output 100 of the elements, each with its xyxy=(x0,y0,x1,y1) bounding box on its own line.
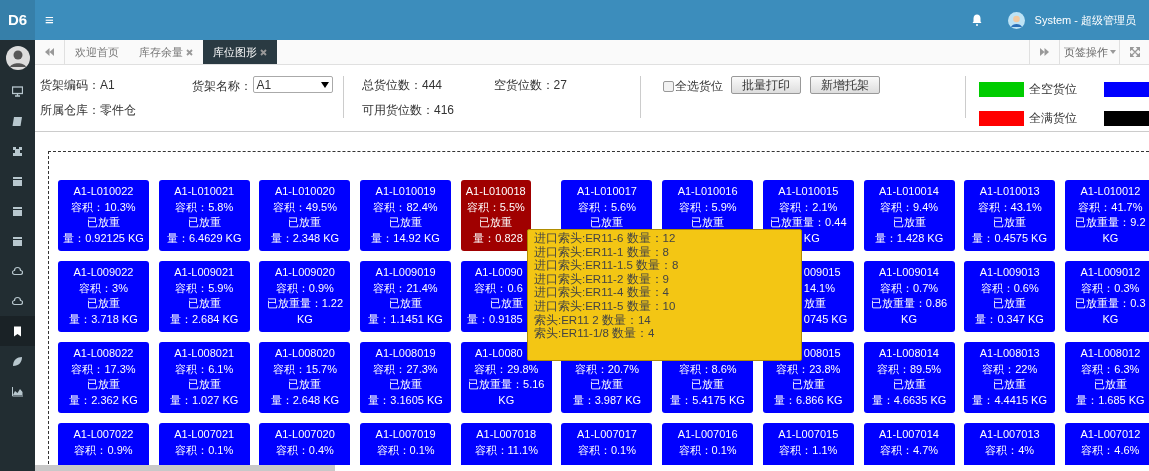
slot-volume: 容积：5.9% xyxy=(678,199,737,215)
storage-slot[interactable]: A1-L008014 容积：89.5% 已放重 量：4.6635 KG xyxy=(863,342,955,413)
storage-slot[interactable]: A1-L010021 容积：5.8% 已放重 量：6.4629 KG xyxy=(158,180,250,251)
tab-actions-dropdown[interactable]: 页签操作 xyxy=(1059,40,1119,64)
storage-slot[interactable]: A1-L009021 容积：5.9% 已放重 量：2.684 KG xyxy=(158,261,250,332)
storage-slot[interactable]: A1-L008021 容积：6.1% 已放重 量：1.027 KG xyxy=(158,342,250,413)
slot-volume: 容积：0.1% xyxy=(175,442,234,458)
user-name[interactable]: System - 超级管理员 xyxy=(1034,11,1136,29)
storage-slot[interactable]: A1-L009014 容积：0.7% 已放重量：0.86 KG xyxy=(863,261,955,332)
slot-volume: 容积：43.1% xyxy=(977,199,1042,215)
storage-slot[interactable]: A1-L008012 容积：6.3% 已放重 量：1.685 KG xyxy=(1064,342,1149,413)
slot-weight: 已放重 xyxy=(892,215,926,230)
slot-volume: 14.1% xyxy=(803,280,835,296)
storage-slot[interactable]: A1-L007019 容积：0.1% xyxy=(360,423,452,465)
slot-volume: 容积：6.1% xyxy=(175,361,234,377)
storage-slot[interactable]: A1-L007016 容积：0.1% xyxy=(662,423,754,465)
storage-slot[interactable]: A1-L0080 容积：29.8% 已放重量：5.16 KG xyxy=(460,342,552,413)
slot-weight: 已放重 xyxy=(87,377,120,392)
storage-slot[interactable]: A1-L007012 容积：4.6% xyxy=(1064,423,1149,465)
slot-weight: KG xyxy=(296,311,313,327)
menu-button[interactable]: ≡ xyxy=(45,8,54,32)
slot-volume: 容积：0.1% xyxy=(678,442,737,458)
storage-slot[interactable]: A1-L007022 容积：0.9% xyxy=(58,423,149,465)
storage-slot[interactable]: A1-L009012 容积：0.3% 已放重量：0.3 KG xyxy=(1064,261,1149,332)
storage-slot[interactable]: A1-L007013 容积：4% xyxy=(964,423,1056,465)
slot-code: A1-L008021 xyxy=(174,346,235,361)
slot-code: A1-L007017 xyxy=(576,427,637,442)
tab[interactable]: 库存余量 xyxy=(129,40,203,64)
storage-slot[interactable]: A1-L007014 容积：4.7% xyxy=(863,423,955,465)
storage-slot[interactable]: A1-L007021 容积：0.1% xyxy=(158,423,250,465)
slot-code: A1-L007013 xyxy=(979,427,1040,442)
select-all-checkbox[interactable]: 全选货位 xyxy=(663,77,724,95)
storage-slot[interactable]: A1-L007020 容积：0.4% xyxy=(259,423,351,465)
storage-slot[interactable]: A1-L007017 容积：0.1% xyxy=(561,423,653,465)
toolbar-button[interactable]: 批量打印 xyxy=(731,76,802,94)
slot-code: A1-L010021 xyxy=(174,184,235,199)
close-icon[interactable] xyxy=(260,48,267,56)
slot-weight: 已放重量：0.3 xyxy=(1075,296,1146,311)
slot-code: A1-L010012 xyxy=(1080,184,1141,199)
slot-code: A1-L010014 xyxy=(879,184,939,199)
slot-code: A1-L008013 xyxy=(979,346,1040,361)
cloud-icon xyxy=(12,265,23,277)
storage-slot[interactable]: A1-L010020 容积：49.5% 已放重 量：2.348 KG xyxy=(259,180,351,251)
slot-volume: 容积：1.1% xyxy=(779,442,838,458)
slot-volume: 容积：29.8% xyxy=(474,361,539,377)
slot-code: A1-L008019 xyxy=(375,346,436,361)
slot-volume: 容积：0.7% xyxy=(879,280,939,296)
slot-weight: 量：3.718 KG xyxy=(69,311,138,327)
tab[interactable]: 欢迎首页 xyxy=(65,40,129,64)
storage-slot[interactable]: A1-L008020 容积：15.7% 已放重 量：2.648 KG xyxy=(259,342,351,413)
sidebar-item[interactable] xyxy=(0,316,35,346)
slot-weight: 0745 KG xyxy=(803,311,848,327)
storage-slot[interactable]: A1-L010012 容积：41.7% 已放重量：9.2 KG xyxy=(1064,180,1149,251)
storage-slot[interactable]: A1-L009013 容积：0.6% 已放重 量：0.347 KG xyxy=(964,261,1056,332)
cloud-icon xyxy=(12,295,23,307)
shelf-name-select[interactable]: A1 xyxy=(252,76,333,93)
horizontal-scrollbar[interactable] xyxy=(35,465,335,471)
storage-slot[interactable]: A1-L009022 容积：3% 已放重 量：3.718 KG xyxy=(58,261,149,332)
tab[interactable]: 库位图形 xyxy=(203,40,277,64)
slot-weight: 已放重 xyxy=(993,377,1027,392)
slot-volume: 容积：17.3% xyxy=(71,361,136,377)
slot-volume: 容积：8.6% xyxy=(678,361,737,377)
user-avatar xyxy=(5,46,30,70)
tooltip-line: 进口索头:ER11-4 数量：4 xyxy=(534,286,669,300)
storage-slot[interactable]: A1-L007015 容积：1.1% xyxy=(762,423,854,465)
storage-slot[interactable]: A1-L010018 容积：5.5% 已放重 量：0.828 xyxy=(460,180,531,251)
slot-weight: 量：0.4575 KG xyxy=(972,230,1047,246)
storage-slot[interactable]: A1-L009020 容积：0.9% 已放重量：1.22 KG xyxy=(259,261,351,332)
slot-volume: 容积：4% xyxy=(985,442,1035,458)
slot-volume: 容积：5.6% xyxy=(577,199,636,215)
slot-code: A1-L009022 xyxy=(73,265,134,280)
slot-code: A1-L0080 xyxy=(475,346,523,361)
slot-weight: 量：0.9185 xyxy=(467,311,523,327)
toolbar-button[interactable]: 新增托架 xyxy=(810,76,881,94)
box-icon xyxy=(12,175,23,187)
slot-volume: 容积：3% xyxy=(79,280,128,296)
slot-volume: 容积：6.3% xyxy=(1081,361,1140,377)
slot-code: A1-L007016 xyxy=(677,427,738,442)
tooltip-line: 进口索头:ER11-2 数量：9 xyxy=(534,272,669,286)
slot-weight: 已放重量：0.86 xyxy=(870,296,948,311)
storage-slot[interactable]: A1-L007018 容积：11.1% xyxy=(460,423,552,465)
storage-slot[interactable]: A1-L008022 容积：17.3% 已放重 量：2.362 KG xyxy=(58,342,149,413)
storage-slot[interactable]: A1-L009019 容积：21.4% 已放重 量：1.1451 KG xyxy=(360,261,452,332)
slot-code: A1-L009021 xyxy=(174,265,235,280)
slot-weight: 已放重 xyxy=(187,377,221,392)
slot-weight: 已放重 xyxy=(187,296,221,311)
storage-slot[interactable]: A1-L010014 容积：9.4% 已放重 量：1.428 KG xyxy=(863,180,955,251)
slot-weight: 已放重 xyxy=(691,215,725,230)
close-icon[interactable] xyxy=(186,48,193,56)
slot-code: A1-L007014 xyxy=(879,427,939,442)
slot-weight: 已放重 xyxy=(590,215,624,230)
storage-slot[interactable]: A1-L008019 容积：27.3% 已放重 量：3.1605 KG xyxy=(360,342,452,413)
bell-icon[interactable] xyxy=(971,14,982,26)
user-avatar[interactable] xyxy=(1007,11,1025,29)
storage-slot[interactable]: A1-L010022 容积：10.3% 已放重 量：0.92125 KG xyxy=(58,180,149,251)
storage-slot[interactable]: A1-L010019 容积：82.4% 已放重 量：14.92 KG xyxy=(360,180,452,251)
storage-slot[interactable]: A1-L010013 容积：43.1% 已放重 量：0.4575 KG xyxy=(964,180,1056,251)
storage-slot[interactable]: A1-L008013 容积：22% 已放重 量：4.4415 KG xyxy=(964,342,1056,413)
slot-code: A1-L0090 xyxy=(475,265,523,280)
slot-volume: 容积：5.5% xyxy=(466,199,525,215)
